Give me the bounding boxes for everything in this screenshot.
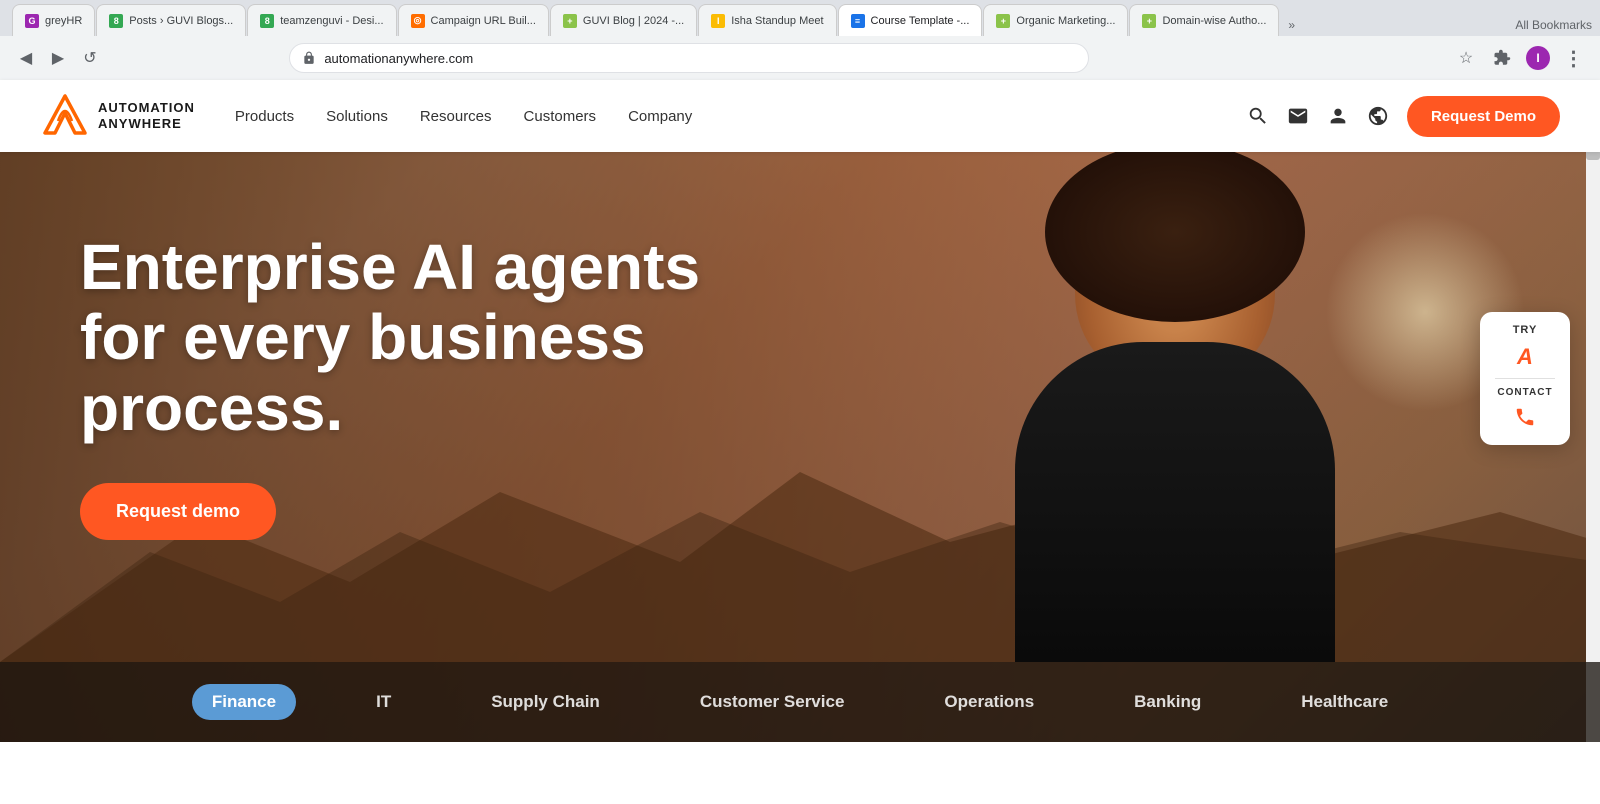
widget-contact-icon[interactable] [1514, 406, 1536, 433]
tab-label: Campaign URL Buil... [431, 15, 536, 27]
all-bookmarks-label[interactable]: All Bookmarks [1507, 14, 1600, 36]
tab-label: Isha Standup Meet [731, 15, 823, 27]
lock-icon [302, 51, 316, 65]
tab-favicon: 8 [109, 14, 123, 28]
main-nav: AUTOMATION ANYWHERE Products Solutions Res… [0, 80, 1600, 152]
mail-button[interactable] [1287, 105, 1309, 127]
browser-toolbar: ◀ ▶ ↺ automationanywhere.com ☆ I ⋮ [0, 36, 1600, 80]
category-supply_chain[interactable]: Supply Chain [471, 684, 620, 720]
globe-icon [1367, 105, 1389, 127]
tab-t2[interactable]: 8 Posts › GUVI Blogs... [96, 4, 246, 36]
globe-button[interactable] [1367, 105, 1389, 127]
tab-label: teamzenguvi - Desi... [280, 15, 383, 27]
category-bar: Finance IT Supply Chain Customer Service Ope… [0, 662, 1600, 742]
website-content: AUTOMATION ANYWHERE Products Solutions Res… [0, 80, 1600, 742]
scrollbar[interactable] [1586, 80, 1600, 742]
nav-buttons: ◀ ▶ ↺ [12, 44, 104, 72]
hero-headline: Enterprise AI agents for every business … [80, 232, 780, 443]
widget-try-label: TRY [1513, 324, 1538, 336]
widget-logo-letter[interactable]: A [1517, 344, 1533, 370]
profile-button[interactable]: I [1524, 44, 1552, 72]
back-button[interactable]: ◀ [12, 44, 40, 72]
address-bar[interactable]: automationanywhere.com [289, 43, 1089, 73]
star-button[interactable]: ☆ [1452, 44, 1480, 72]
browser-chrome: G greyHR 8 Posts › GUVI Blogs... 8 teamz… [0, 0, 1600, 80]
floating-widget: TRY A CONTACT [1480, 312, 1570, 445]
request-demo-nav-button[interactable]: Request Demo [1407, 96, 1560, 137]
tab-t8[interactable]: + Organic Marketing... [983, 4, 1128, 36]
tab-t6[interactable]: I Isha Standup Meet [698, 4, 836, 36]
tab-t1[interactable]: G greyHR [12, 4, 95, 36]
user-icon [1327, 105, 1349, 127]
more-tabs-button[interactable]: » [1280, 14, 1303, 36]
extensions-button[interactable] [1488, 44, 1516, 72]
category-banking[interactable]: Banking [1114, 684, 1221, 720]
category-customer_service[interactable]: Customer Service [680, 684, 865, 720]
tab-t9[interactable]: + Domain-wise Autho... [1129, 4, 1279, 36]
tab-favicon: + [563, 14, 577, 28]
nav-right: Request Demo [1247, 96, 1560, 137]
tab-t7[interactable]: ≡ Course Template -... [838, 4, 983, 36]
widget-contact-label: CONTACT [1497, 387, 1552, 398]
tab-t4[interactable]: ◎ Campaign URL Buil... [398, 4, 549, 36]
tab-favicon: I [711, 14, 725, 28]
tab-favicon: + [996, 14, 1010, 28]
search-icon [1247, 105, 1269, 127]
forward-button[interactable]: ▶ [44, 44, 72, 72]
tab-label: Posts › GUVI Blogs... [129, 15, 233, 27]
tab-favicon: ◎ [411, 14, 425, 28]
category-it[interactable]: IT [356, 684, 411, 720]
tab-label: greyHR [45, 15, 82, 27]
mail-icon [1287, 105, 1309, 127]
nav-links: Products Solutions Resources Customers Compa… [235, 108, 692, 125]
tab-favicon: G [25, 14, 39, 28]
category-finance[interactable]: Finance [192, 684, 296, 720]
tab-label: Organic Marketing... [1016, 15, 1115, 27]
tab-favicon: 8 [260, 14, 274, 28]
tab-t5[interactable]: + GUVI Blog | 2024 -... [550, 4, 697, 36]
tab-label: Course Template -... [871, 15, 970, 27]
tab-t3[interactable]: 8 teamzenguvi - Desi... [247, 4, 396, 36]
category-operations[interactable]: Operations [924, 684, 1054, 720]
tab-label: Domain-wise Autho... [1162, 15, 1266, 27]
logo-text: AUTOMATION ANYWHERE [98, 100, 195, 131]
menu-button[interactable]: ⋮ [1560, 44, 1588, 72]
hero-cta-button[interactable]: Request demo [80, 483, 276, 540]
tab-label: GUVI Blog | 2024 -... [583, 15, 684, 27]
nav-link-resources[interactable]: Resources [420, 108, 492, 125]
widget-divider [1495, 378, 1555, 379]
user-button[interactable] [1327, 105, 1349, 127]
refresh-button[interactable]: ↺ [76, 44, 104, 72]
search-button[interactable] [1247, 105, 1269, 127]
nav-link-solutions[interactable]: Solutions [326, 108, 388, 125]
nav-link-customers[interactable]: Customers [524, 108, 597, 125]
hero-section: Enterprise AI agents for every business … [0, 152, 1600, 742]
nav-link-products[interactable]: Products [235, 108, 294, 125]
tab-favicon: + [1142, 14, 1156, 28]
logo-svg [40, 91, 90, 141]
hero-image [850, 152, 1500, 662]
nav-link-company[interactable]: Company [628, 108, 692, 125]
toolbar-right: ☆ I ⋮ [1452, 44, 1588, 72]
hero-content: Enterprise AI agents for every business … [80, 232, 780, 540]
url-text: automationanywhere.com [324, 51, 473, 66]
logo[interactable]: AUTOMATION ANYWHERE [40, 91, 195, 141]
category-healthcare[interactable]: Healthcare [1281, 684, 1408, 720]
tabs-bar: G greyHR 8 Posts › GUVI Blogs... 8 teamz… [0, 0, 1600, 36]
tab-favicon: ≡ [851, 14, 865, 28]
